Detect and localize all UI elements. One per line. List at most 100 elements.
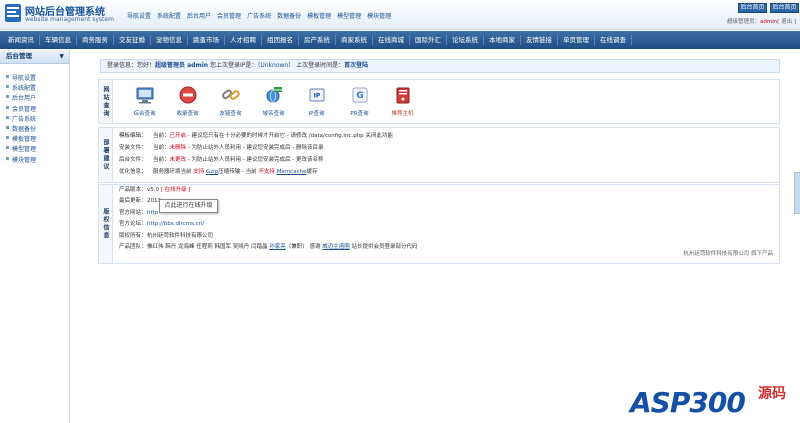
sidebar-item-members[interactable]: 会员管理	[0, 104, 69, 114]
tool-pr-query[interactable]: G PR查询	[338, 84, 381, 117]
nav-item[interactable]: 在线商城	[373, 35, 410, 45]
sidebar-item-nav[interactable]: 导航设置	[0, 73, 69, 83]
upgrade-tooltip: 点此进行在线升级	[159, 199, 218, 213]
row-prefix: 服务器环境当前	[153, 169, 194, 175]
row-desc: 缓存	[306, 169, 318, 175]
top-menu-item[interactable]: 模型管理	[334, 11, 364, 20]
site-link[interactable]: http	[147, 210, 158, 216]
nav-item[interactable]: 商家系统	[336, 35, 373, 45]
chain-icon	[221, 89, 240, 100]
tool-link-query[interactable]: 友链查询	[209, 84, 252, 117]
computer-icon	[136, 87, 153, 104]
sidebar-item-templates[interactable]: 模板管理	[0, 134, 69, 144]
svg-text:IP: IP	[313, 93, 320, 100]
sidebar-item-backup[interactable]: 数据备份	[0, 124, 69, 134]
panel-label: 网站查询	[102, 85, 109, 118]
nav-item[interactable]: 人才招聘	[225, 35, 262, 45]
version-row: 官方论坛：http://bbs.dircms.cn/	[119, 219, 418, 230]
security-row: 安装文件： 当前：未删除 - 为防止站外人员利用 - 建议您安装完成后 - 删除该…	[119, 142, 393, 154]
tool-overall-query[interactable]: 综合查询	[123, 84, 166, 117]
row-prefix: 当前：	[153, 145, 170, 151]
nav-item[interactable]: 车辆信息	[40, 35, 77, 45]
nav-item[interactable]: 商务服务	[77, 35, 114, 45]
row-prefix: 当前：	[153, 157, 170, 163]
sidebar-title: 后台管理	[6, 52, 32, 60]
row-key: 模板编辑：	[119, 133, 147, 139]
nav-item[interactable]: 宠物信息	[151, 35, 188, 45]
nav-item[interactable]: 在线调查	[595, 35, 632, 45]
user-name: admin	[759, 19, 778, 25]
nav-item[interactable]: 本地商家	[484, 35, 521, 45]
status-value: 未删除	[169, 145, 187, 151]
top-menu-item[interactable]: 导航设置	[124, 11, 154, 20]
user-info: 超级管理员：admin[ 退出 ]	[727, 17, 796, 25]
top-menu-item[interactable]: 数据备份	[274, 11, 304, 20]
gzip-link[interactable]: Gzip	[206, 169, 218, 175]
upgrade-link[interactable]: [ 在线升级 ]	[161, 187, 191, 193]
login-role: 超级管理员 admin	[155, 62, 209, 69]
top-menu-item[interactable]: 广告系统	[244, 11, 274, 20]
nav-item[interactable]: 房产系统	[299, 35, 336, 45]
nav-item[interactable]: 论坛系统	[447, 35, 484, 45]
row-key: 后台文件：	[119, 157, 147, 163]
version-row: 产品版本：v5.0 [ 在线升级 ]	[119, 185, 418, 196]
sidebar-item-config[interactable]: 系统配置	[0, 83, 69, 93]
nav-item[interactable]: 单页管理	[558, 35, 595, 45]
logout-link[interactable]: [ 退出 ]	[777, 19, 796, 25]
row-desc: 压缩传输 - 当前	[218, 169, 259, 175]
nav-item[interactable]: 组团报名	[262, 35, 299, 45]
tool-host-recommend[interactable]: 推荐主机	[381, 84, 424, 117]
tool-label: 推荐主机	[391, 111, 414, 117]
top-menu-item[interactable]: 模块管理	[364, 11, 394, 20]
owner-value: 杭州廷菏软件科技有限公司	[147, 232, 214, 239]
stop-icon	[179, 86, 196, 104]
admin-home-button[interactable]: 后台首页	[738, 3, 767, 13]
tool-index-query[interactable]: 收录查询	[166, 84, 209, 117]
status-value: 不支持	[258, 169, 275, 175]
top-menu-item[interactable]: 后台用户	[184, 11, 214, 20]
team-member-link[interactable]: 孙家亮	[269, 244, 286, 250]
tool-ip-query[interactable]: IP IP查询	[295, 84, 338, 117]
team-value: （兼职） 感谢	[285, 243, 321, 250]
site-home-button[interactable]: 后台首页	[770, 3, 799, 13]
chevron-down-icon[interactable]: ▼	[59, 50, 64, 63]
nav-item[interactable]: 友情链接	[521, 35, 558, 45]
sidebar-item-models[interactable]: 模型管理	[0, 144, 69, 154]
security-row: 模板编辑： 当前：已开启 - 建议您只有在十分必要的时候才开启它 - 请修改 /d…	[119, 130, 393, 142]
watermark-logo: ASP300 源码	[630, 378, 795, 419]
row-key: 安装文件：	[119, 145, 147, 151]
login-ip: （Unknown）	[257, 62, 295, 69]
sidebar-item-users[interactable]: 后台用户	[0, 93, 69, 103]
forum-link[interactable]: http://bbs.dircms.cn/	[147, 221, 204, 227]
top-menu-item[interactable]: 系统配置	[154, 11, 184, 20]
nav-item[interactable]: 国际外汇	[410, 35, 447, 45]
login-info: 登录信息：您好！超级管理员 admin 您上次登录IP是：（Unknown） 上…	[100, 59, 780, 73]
sidebar: 后台管理 ▼ 导航设置 系统配置 后台用户 会员管理 广告系统 数据备份 模板管…	[0, 50, 70, 423]
top-menu-item[interactable]: 模板管理	[304, 11, 334, 20]
tool-label: 收录查询	[176, 111, 199, 117]
login-time-label: 上次登录时间是：	[296, 62, 345, 69]
logo-icon	[5, 4, 21, 22]
top-menu: 导航设置 系统配置 后台用户 会员管理 广告系统 数据备份 模板管理 模型管理 …	[124, 11, 394, 20]
top-menu-item[interactable]: 会员管理	[214, 11, 244, 20]
security-panel: 部署建议 模板编辑： 当前：已开启 - 建议您只有在十分必要的时候才开启它 - 请…	[98, 127, 780, 183]
team-value: 站长提供会员登录部分代码	[351, 243, 418, 250]
sidebar-header[interactable]: 后台管理 ▼	[0, 50, 69, 64]
thanks-link[interactable]: 威迈主函圈	[322, 244, 350, 250]
sidebar-item-modules[interactable]: 模块管理	[0, 155, 69, 165]
tool-domain-query[interactable]: www 域名查询	[252, 84, 295, 117]
site-subtitle: website management system	[25, 16, 114, 23]
sidebar-item-ads[interactable]: 广告系统	[0, 114, 69, 124]
nav-item[interactable]: 交友征婚	[114, 35, 151, 45]
nav-item[interactable]: 跳蚤市场	[188, 35, 225, 45]
panel-label: 版权信息	[102, 208, 109, 240]
nav-item[interactable]: 新闻资讯	[0, 35, 40, 45]
svg-text:G: G	[356, 91, 363, 101]
row-prefix: 当前：	[153, 133, 170, 139]
main-nav: 新闻资讯 车辆信息 商务服务 交友征婚 宠物信息 跳蚤市场 人才招聘 组团报名 …	[0, 31, 800, 49]
version-row: 产品团队：佛红伟 韩丹 龙海峰 任程莉 韩国军 吴晓丹 闫踏晶 孙家亮（兼职） …	[119, 242, 418, 253]
side-float-tab[interactable]	[794, 172, 800, 214]
memcache-link[interactable]: Memcache	[277, 169, 307, 175]
ip-icon: IP	[309, 88, 324, 102]
row-key: 最后更新：	[119, 198, 147, 205]
